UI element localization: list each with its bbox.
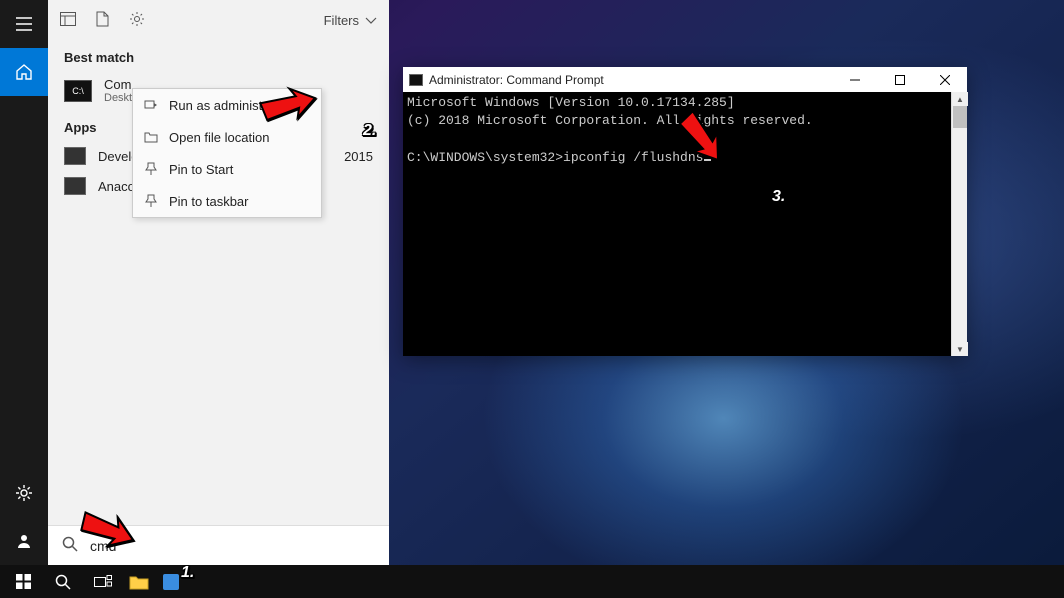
ctx-label: Open file location — [169, 130, 269, 145]
result-title: Com — [104, 77, 132, 92]
annotation-arrow: 1. — [133, 540, 213, 593]
window-layout-icon[interactable] — [60, 12, 76, 29]
annotation-label: 1. — [181, 564, 194, 582]
taskbar-search-button[interactable] — [44, 565, 82, 598]
document-icon[interactable] — [96, 11, 109, 30]
scroll-down-button[interactable]: ▼ — [952, 342, 968, 356]
annotation-label: 2. — [363, 122, 376, 140]
ctx-open-file-location[interactable]: Open file location — [133, 121, 321, 153]
cmd-icon: C:\ — [64, 80, 92, 102]
filters-dropdown[interactable]: Filters — [324, 13, 377, 28]
run-as-admin-icon — [143, 97, 159, 113]
task-view-button[interactable] — [84, 565, 122, 598]
cmd-app-icon — [409, 74, 423, 86]
best-match-label: Best match — [48, 40, 389, 71]
scroll-thumb[interactable] — [953, 106, 967, 128]
ctx-pin-to-taskbar[interactable]: Pin to taskbar — [133, 185, 321, 217]
settings-button[interactable] — [0, 469, 48, 517]
scroll-up-button[interactable]: ▲ — [952, 92, 968, 106]
maximize-button[interactable] — [877, 67, 922, 92]
start-rail — [0, 0, 48, 565]
cmd-scrollbar[interactable]: ▲ ▼ — [951, 92, 967, 356]
annotation-arrow: 2. — [315, 98, 395, 151]
search-icon — [62, 536, 78, 555]
minimize-button[interactable] — [832, 67, 877, 92]
ctx-pin-to-start[interactable]: Pin to Start — [133, 153, 321, 185]
search-panel-header: Filters — [48, 0, 389, 40]
cmd-title: Administrator: Command Prompt — [429, 73, 604, 87]
account-button[interactable] — [0, 517, 48, 565]
home-button[interactable] — [0, 48, 48, 96]
app-icon — [64, 147, 86, 165]
pin-taskbar-icon — [143, 193, 159, 209]
ctx-label: Pin to Start — [169, 162, 233, 177]
cmd-line: C:\WINDOWS\system32>ipconfig /flushdns — [407, 150, 703, 165]
folder-location-icon — [143, 129, 159, 145]
annotation-arrow: 3. — [718, 160, 798, 213]
result-subtitle: Deskt — [104, 92, 132, 104]
hamburger-menu-button[interactable] — [0, 0, 48, 48]
cmd-cursor — [704, 159, 711, 161]
gear-icon[interactable] — [129, 11, 145, 30]
ctx-label: Pin to taskbar — [169, 194, 249, 209]
start-button[interactable] — [4, 565, 42, 598]
filters-label: Filters — [324, 13, 359, 28]
close-button[interactable] — [922, 67, 967, 92]
cmd-body[interactable]: Microsoft Windows [Version 10.0.17134.28… — [403, 92, 967, 356]
annotation-label: 3. — [772, 188, 785, 206]
chevron-down-icon — [365, 13, 377, 28]
app-icon — [64, 177, 86, 195]
pin-start-icon — [143, 161, 159, 177]
